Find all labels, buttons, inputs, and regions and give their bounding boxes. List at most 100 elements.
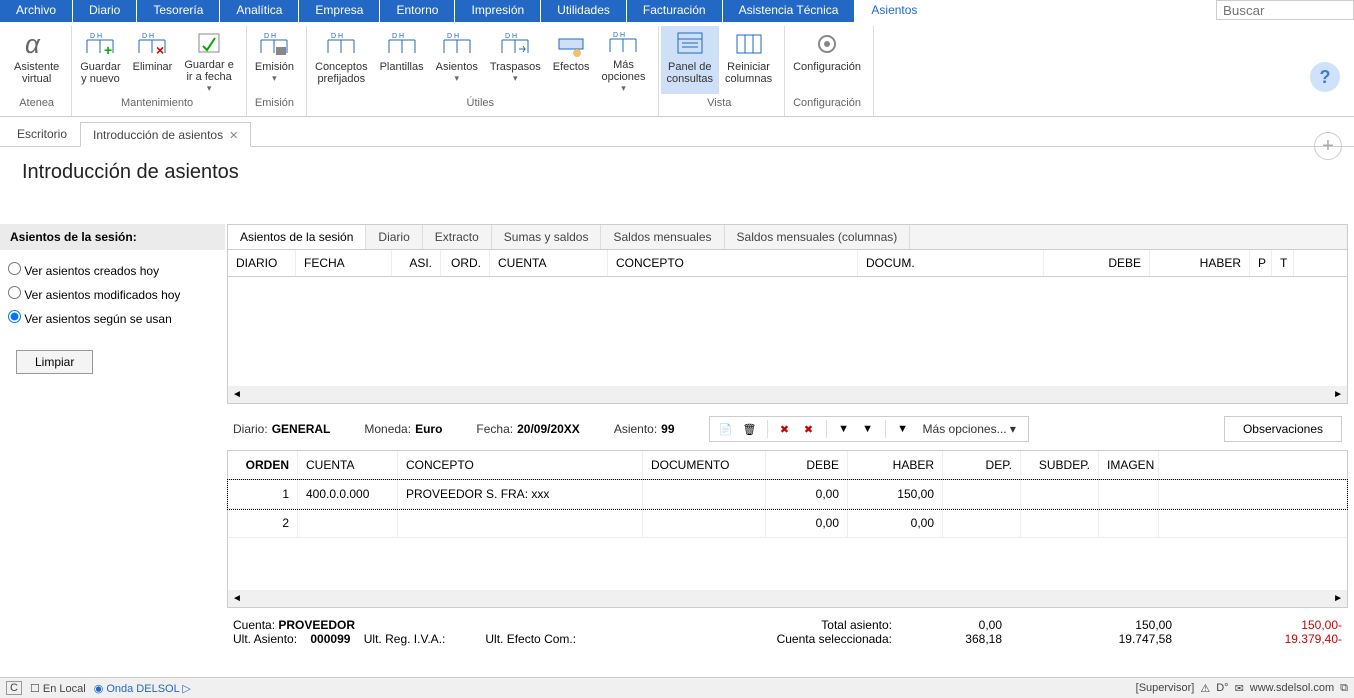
filter-option[interactable]: Ver asientos según se usan: [8, 310, 217, 326]
col-header[interactable]: CONCEPTO: [608, 250, 858, 276]
status-site[interactable]: www.sdelsol.com: [1250, 682, 1334, 694]
conceptos-button[interactable]: D HConceptos prefijados: [309, 26, 374, 94]
inner-tab[interactable]: Saldos mensuales (columnas): [725, 225, 911, 249]
tb-delete-icon[interactable]: 🗑: [740, 420, 760, 438]
col-header[interactable]: CONCEPTO: [398, 451, 643, 479]
add-tab-button[interactable]: +: [1314, 132, 1342, 160]
col-header[interactable]: HABER: [848, 451, 943, 479]
col-header[interactable]: DEP.: [943, 451, 1021, 479]
col-header[interactable]: ORD.: [441, 250, 490, 276]
col-header[interactable]: CUENTA: [490, 250, 608, 276]
menu-diario[interactable]: Diario: [73, 0, 137, 22]
warning-icon[interactable]: ⚠: [1200, 682, 1210, 695]
help-icon[interactable]: ?: [1310, 62, 1340, 92]
col-header[interactable]: SUBDEP.: [1021, 451, 1099, 479]
menu-entorno[interactable]: Entorno: [380, 0, 455, 22]
h-scrollbar[interactable]: ◄►: [228, 590, 1347, 607]
mas-opc-button[interactable]: D HMás opciones▾: [595, 26, 651, 94]
filter-option[interactable]: Ver asientos creados hoy: [8, 262, 217, 278]
tab[interactable]: Escritorio: [4, 121, 80, 146]
col-header[interactable]: ASI.: [392, 250, 441, 276]
col-header[interactable]: DEBE: [1044, 250, 1150, 276]
footer-summary: Cuenta: PROVEEDOR Ult. Asiento: 000099 U…: [227, 608, 1348, 650]
table-row[interactable]: 20,000,00: [228, 509, 1347, 538]
mas-opc-icon: D H: [605, 28, 641, 58]
inner-tab[interactable]: Saldos mensuales: [601, 225, 724, 249]
inner-tab[interactable]: Sumas y saldos: [492, 225, 602, 249]
col-header[interactable]: CUENTA: [298, 451, 398, 479]
status-local-icon[interactable]: ☐ En Local: [30, 682, 86, 695]
guardar-fecha-button[interactable]: Guardar e ir a fecha▾: [178, 26, 240, 94]
col-header[interactable]: DEBE: [766, 451, 848, 479]
menu-empresa[interactable]: Empresa: [299, 0, 380, 22]
tb-doc1-icon[interactable]: ▼: [834, 420, 854, 438]
col-header[interactable]: DOCUM.: [858, 250, 1044, 276]
menu-asientos[interactable]: Asientos: [855, 0, 934, 22]
menu-tesorería[interactable]: Tesorería: [137, 0, 220, 22]
plantillas-button[interactable]: D HPlantillas: [374, 26, 430, 94]
col-header[interactable]: FECHA: [296, 250, 392, 276]
chevron-down-icon: ▾: [207, 83, 212, 94]
menu-impresión[interactable]: Impresión: [455, 0, 541, 22]
tab[interactable]: Introducción de asientos✕: [80, 122, 251, 147]
svg-text:D H: D H: [613, 32, 625, 39]
config-icon: [809, 28, 845, 60]
table-row[interactable]: 1400.0.0.000PROVEEDOR S. FRA: xxx0,00150…: [228, 480, 1347, 509]
chevron-down-icon: ▾: [272, 73, 277, 84]
emision-button[interactable]: D HEmisión▾: [249, 26, 300, 94]
col-header[interactable]: T: [1272, 250, 1294, 276]
tb-doc2-icon[interactable]: ▼: [858, 420, 878, 438]
efectos-button[interactable]: Efectos: [547, 26, 596, 94]
menu-utilidades[interactable]: Utilidades: [541, 0, 627, 22]
reiniciar-col-button[interactable]: Reiniciar columnas: [719, 26, 778, 94]
tb-new-icon[interactable]: 📄: [716, 420, 736, 438]
eliminar-button[interactable]: D H×Eliminar: [127, 26, 179, 94]
traspasos-icon: D H: [497, 28, 533, 60]
tb-xh2-icon[interactable]: ✖: [799, 420, 819, 438]
col-header[interactable]: DOCUMENTO: [643, 451, 766, 479]
col-header[interactable]: IMAGEN: [1099, 451, 1159, 479]
col-header[interactable]: P: [1250, 250, 1272, 276]
menu-facturación[interactable]: Facturación: [627, 0, 723, 22]
more-options-button[interactable]: Más opciones... ▾: [917, 422, 1022, 436]
tb-extra-icon[interactable]: ▼: [893, 420, 913, 438]
asientos-btn-button[interactable]: D HAsientos▾: [430, 26, 484, 94]
ribbon: αAsistente virtualAteneaD H+Guardar y nu…: [0, 22, 1354, 117]
chevron-down-icon: ▾: [513, 73, 518, 84]
session-grid-body[interactable]: [228, 277, 1347, 386]
svg-text:D H: D H: [142, 33, 154, 40]
asistente-icon: α: [19, 28, 55, 60]
observaciones-button[interactable]: Observaciones: [1224, 416, 1342, 442]
search-input[interactable]: [1216, 0, 1354, 20]
inner-tab[interactable]: Diario: [366, 225, 422, 249]
window-icon[interactable]: ⧉: [1340, 682, 1348, 695]
left-panel-header: Asientos de la sesión:: [0, 224, 225, 250]
filter-option[interactable]: Ver asientos modificados hoy: [8, 286, 217, 302]
status-onda[interactable]: ◉ Onda DELSOL ▷: [94, 682, 191, 695]
guardar-nuevo-button[interactable]: D H+Guardar y nuevo: [74, 26, 126, 94]
chevron-down-icon: ▾: [454, 73, 459, 84]
plantillas-icon: D H: [384, 28, 420, 60]
inner-tab[interactable]: Asientos de la sesión: [228, 225, 366, 249]
limpiar-button[interactable]: Limpiar: [16, 350, 93, 374]
config-button[interactable]: Configuración: [787, 26, 867, 94]
col-header[interactable]: HABER: [1150, 250, 1250, 276]
reiniciar-col-icon: [731, 28, 767, 60]
menu-analítica[interactable]: Analítica: [220, 0, 299, 22]
col-header[interactable]: ORDEN: [228, 451, 298, 479]
menu-asistencia técnica[interactable]: Asistencia Técnica: [723, 0, 856, 22]
svg-text:D H: D H: [264, 33, 276, 40]
panel-consultas-button[interactable]: Panel de consultas: [661, 26, 719, 94]
traspasos-button[interactable]: D HTraspasos▾: [484, 26, 547, 94]
asistente-button[interactable]: αAsistente virtual: [8, 26, 65, 94]
status-c[interactable]: C: [6, 681, 22, 695]
conceptos-icon: D H: [323, 28, 359, 60]
tb-xh-icon[interactable]: ✖: [775, 420, 795, 438]
d-icon[interactable]: D°: [1216, 682, 1228, 694]
h-scrollbar[interactable]: ◄►: [228, 386, 1347, 403]
mail-icon[interactable]: ✉: [1235, 682, 1244, 695]
inner-tab[interactable]: Extracto: [423, 225, 492, 249]
menu-archivo[interactable]: Archivo: [0, 0, 73, 22]
close-icon[interactable]: ✕: [229, 130, 238, 142]
col-header[interactable]: DIARIO: [228, 250, 296, 276]
